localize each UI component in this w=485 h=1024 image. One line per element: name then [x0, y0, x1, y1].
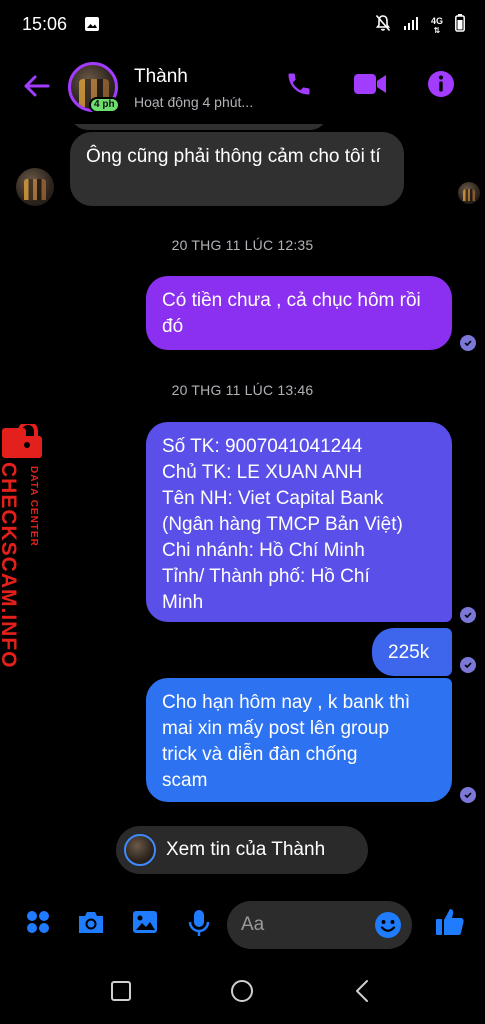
message-text: 225k: [388, 642, 430, 663]
sent-check-icon: [460, 607, 476, 623]
message-composer: Aa: [0, 894, 485, 958]
message-line: Minh: [162, 592, 204, 613]
network-label: 4G: [430, 15, 443, 26]
story-avatar: [124, 834, 156, 866]
sent-check-icon: [460, 657, 476, 673]
sent-check-icon: [460, 335, 476, 351]
story-prompt-label: Xem tin của Thành: [166, 839, 326, 860]
microphone-icon[interactable]: [186, 908, 212, 943]
outgoing-message[interactable]: Số TK: 9007041041244 Chủ TK: LE XUAN ANH…: [146, 422, 452, 622]
sender-avatar[interactable]: [16, 168, 54, 206]
gallery-notification-icon: [84, 16, 100, 37]
message-line: mai xin mấy post lên group: [162, 718, 390, 739]
sent-check-icon: [460, 787, 476, 803]
video-call-icon[interactable]: [353, 71, 387, 102]
outgoing-message[interactable]: 225k: [372, 628, 452, 676]
outgoing-message[interactable]: Cho hạn hôm nay , k bank thì mai xin mấy…: [146, 678, 452, 802]
more-actions-icon[interactable]: [24, 908, 52, 941]
timestamp: 20 THG 11 LÚC 12:35: [171, 237, 314, 253]
previous-message-bubble: [70, 124, 328, 130]
recent-apps-icon[interactable]: [110, 980, 132, 1007]
camera-icon[interactable]: [76, 908, 106, 941]
contact-name[interactable]: Thành: [134, 66, 188, 88]
message-line: Tên NH: Viet Capital Bank: [162, 488, 384, 509]
view-story-button[interactable]: Xem tin của Thành: [116, 826, 368, 874]
message-line: scam: [162, 770, 208, 791]
battery-icon: [455, 14, 465, 37]
thumbs-up-icon[interactable]: [434, 906, 466, 943]
message-list[interactable]: Ông cũng phải thông cảm cho tôi tí 20 TH…: [0, 124, 485, 900]
outgoing-message[interactable]: Có tiền chưa , cả chục hôm rồi đó: [146, 276, 452, 350]
network-type-icon: 4G ⇅: [430, 15, 443, 35]
mute-icon: [375, 14, 391, 37]
back-nav-icon[interactable]: [352, 979, 372, 1008]
timestamp: 20 THG 11 LÚC 13:46: [171, 382, 314, 398]
status-bar: 15:06 4G ⇅: [0, 0, 485, 50]
back-arrow-icon[interactable]: [22, 72, 50, 105]
system-nav-bar: [0, 962, 485, 1024]
incoming-message[interactable]: Ông cũng phải thông cảm cho tôi tí: [70, 132, 404, 206]
status-time: 15:06: [22, 14, 68, 34]
info-icon[interactable]: [427, 70, 455, 103]
home-icon[interactable]: [230, 979, 254, 1008]
active-time-badge: 4 ph: [89, 97, 120, 113]
message-line: Chủ TK: LE XUAN ANH: [162, 462, 363, 483]
active-status: Hoạt động 4 phút...: [134, 94, 254, 110]
message-line: trick và diễn đàn chống: [162, 744, 358, 765]
message-input[interactable]: Aa: [227, 901, 412, 949]
message-text: Ông cũng phải thông cảm cho tôi tí: [86, 146, 381, 167]
message-line: (Ngân hàng TMCP Bản Việt): [162, 514, 403, 535]
read-receipt-avatar: [458, 182, 480, 204]
watermark-main: CHECKSCAM.INFO: [0, 462, 20, 669]
phone-call-icon[interactable]: [285, 70, 313, 103]
message-line: Số TK: 9007041041244: [162, 436, 363, 457]
message-text: Có tiền chưa , cả chục hôm rồi đó: [162, 290, 421, 337]
signal-icon: [403, 15, 419, 36]
emoji-icon[interactable]: [374, 911, 402, 944]
message-input-placeholder: Aa: [241, 914, 265, 935]
message-line: Tỉnh/ Thành phố: Hồ Chí: [162, 566, 370, 587]
gallery-icon[interactable]: [131, 908, 159, 941]
watermark-sub: DATA CENTER: [28, 466, 39, 547]
watermark: CHECKSCAM.INFO DATA CENTER: [0, 421, 60, 669]
message-line: Chi nhánh: Hồ Chí Minh: [162, 540, 365, 561]
chat-header: 4 ph Thành Hoạt động 4 phút...: [0, 50, 485, 124]
message-line: Cho hạn hôm nay , k bank thì: [162, 692, 411, 713]
